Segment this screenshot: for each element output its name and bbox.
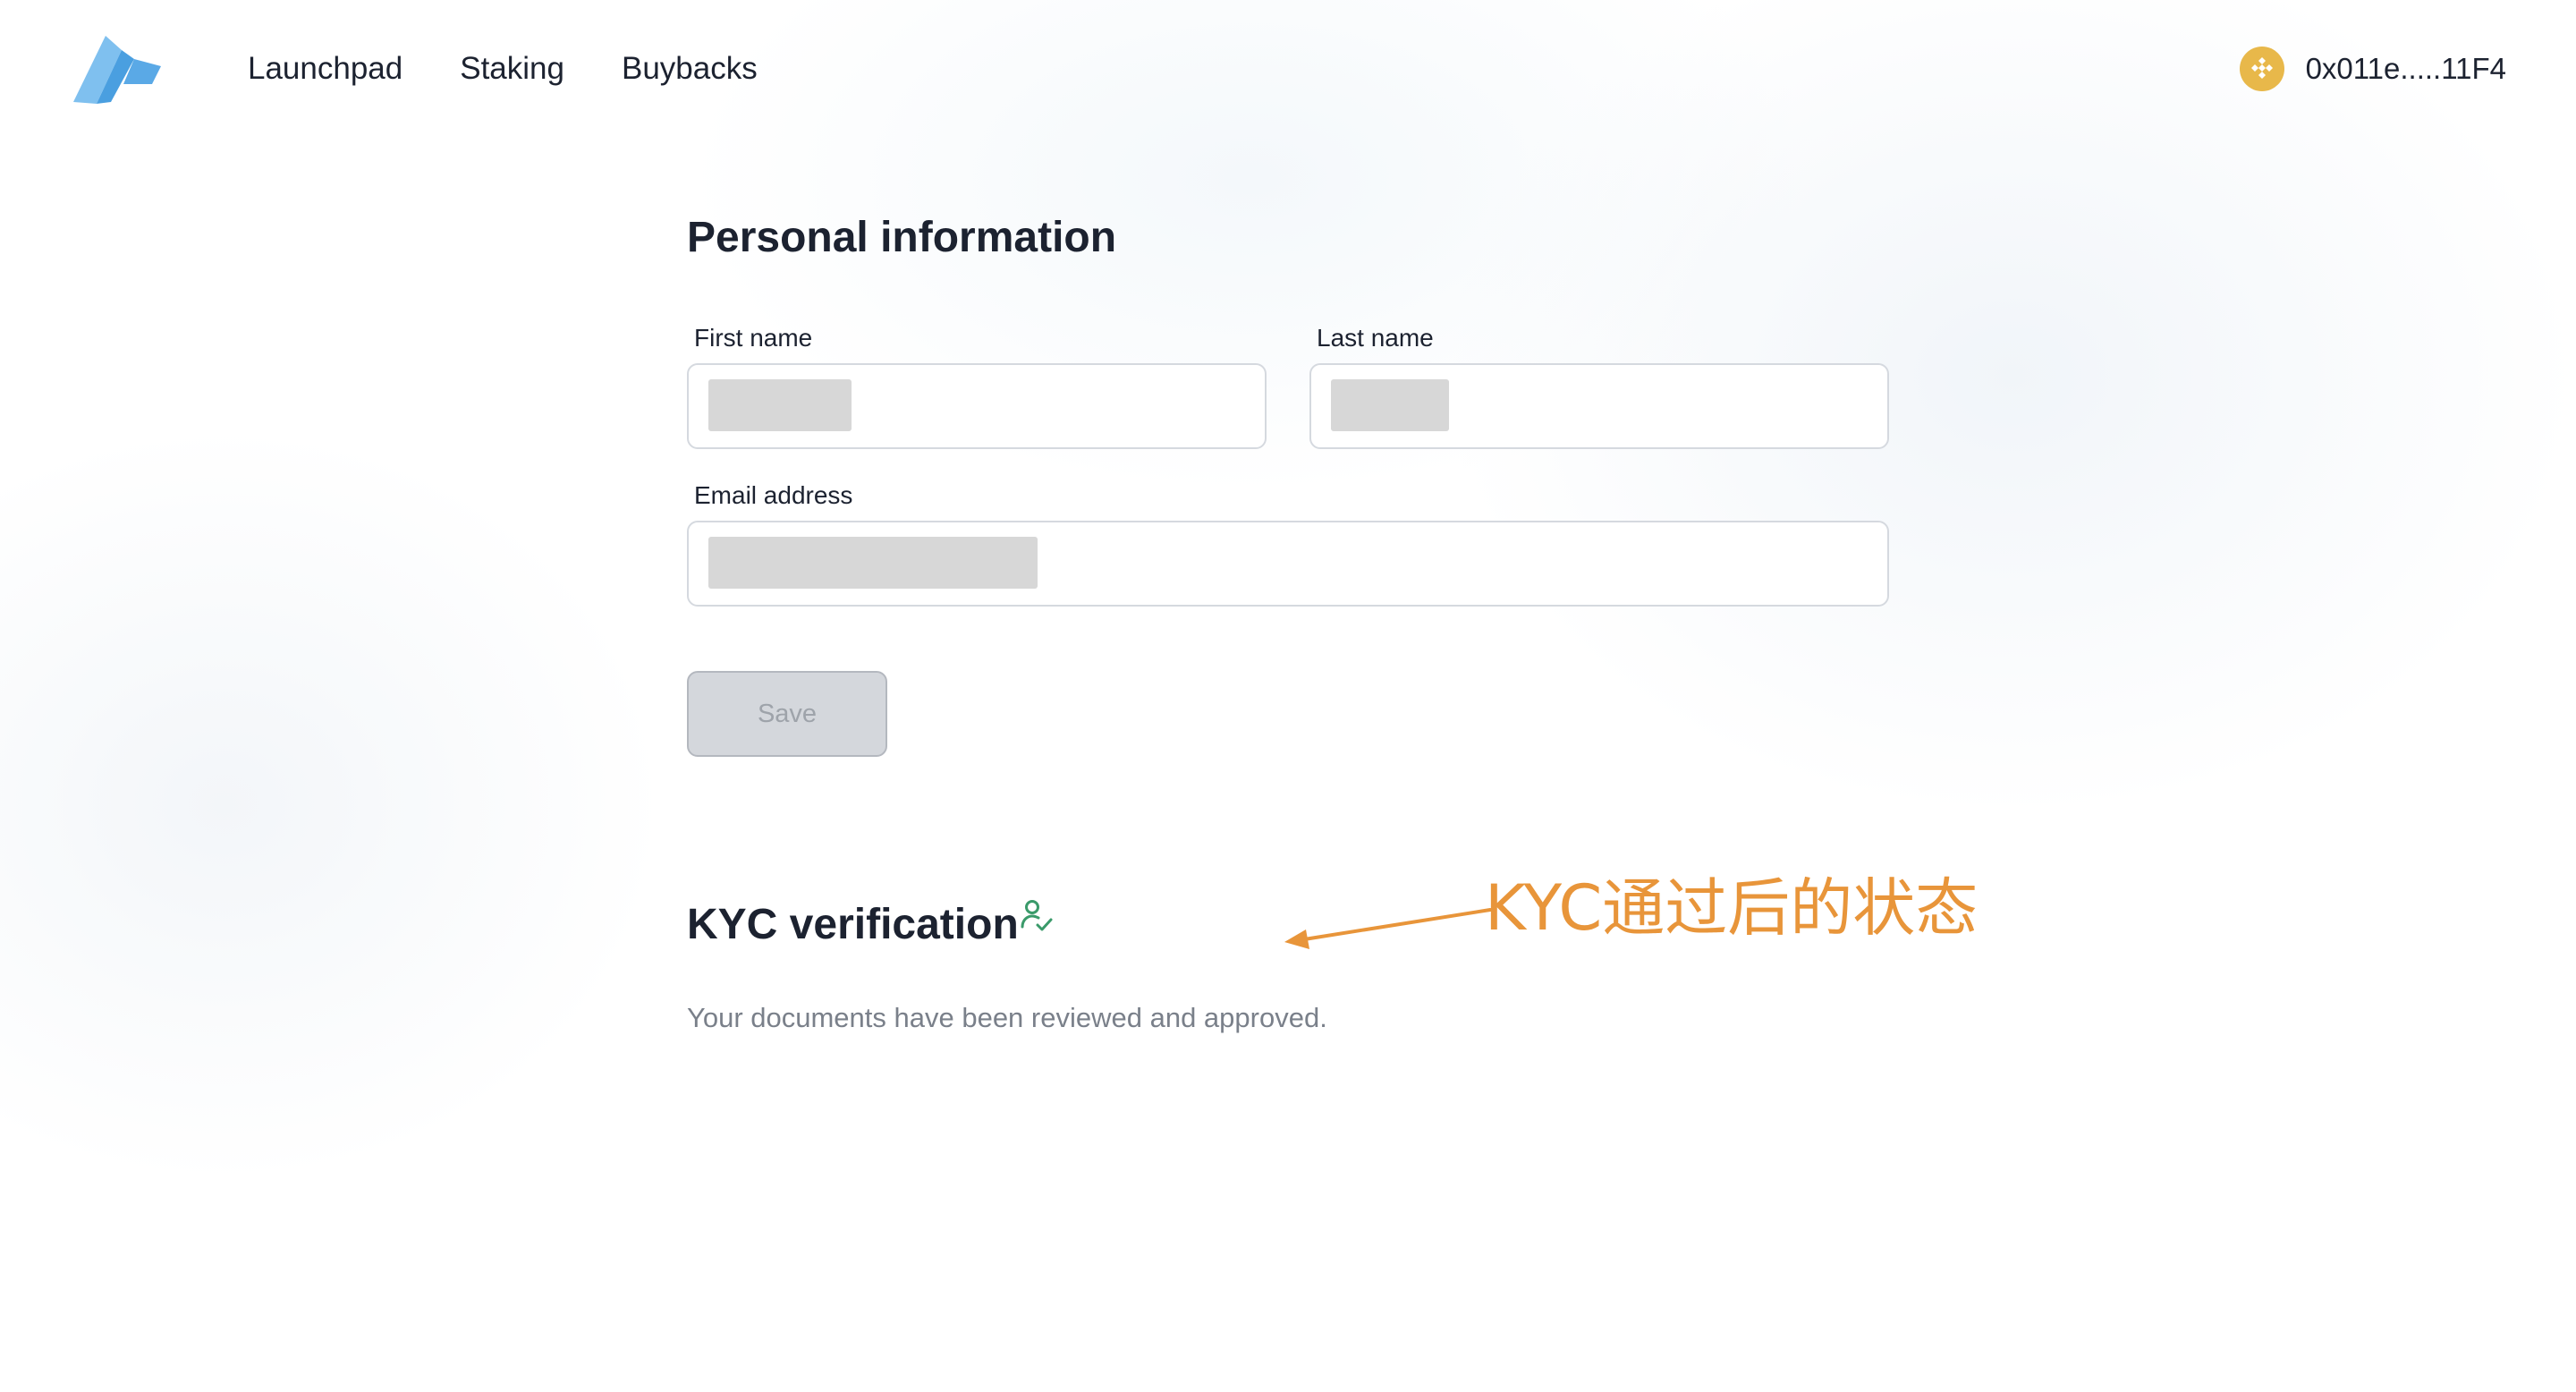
annotation-arrow-icon [1284, 908, 1492, 949]
kyc-title: KYC verification [687, 901, 1019, 948]
redacted-value [708, 379, 852, 431]
personal-info-title: Personal information [687, 214, 1117, 261]
save-button[interactable]: Save [687, 671, 887, 757]
bnb-coin-icon [2239, 47, 2284, 91]
annotation-label: KYC通过后的状态 [1485, 871, 1979, 945]
first-name-label: First name [694, 324, 813, 352]
first-name-field[interactable] [687, 363, 1267, 449]
redacted-value [708, 537, 1038, 589]
email-field[interactable] [687, 521, 1889, 607]
kyc-status-text: Your documents have been reviewed and ap… [687, 1002, 1327, 1033]
wallet-button[interactable]: 0x011e.....11F4 [2239, 46, 2506, 92]
wallet-address: 0x011e.....11F4 [2305, 52, 2506, 85]
main-nav: Launchpad Staking Buybacks [248, 46, 758, 92]
app-logo-icon[interactable] [70, 32, 165, 107]
last-name-field[interactable] [1309, 363, 1889, 449]
last-name-label: Last name [1317, 324, 1434, 352]
email-label: Email address [694, 481, 853, 509]
redacted-value [1331, 379, 1449, 431]
user-check-icon [1021, 900, 1053, 931]
nav-buybacks[interactable]: Buybacks [622, 46, 758, 92]
top-nav-bar: Launchpad Staking Buybacks 0x011e.....11… [0, 0, 2576, 136]
nav-launchpad[interactable]: Launchpad [248, 46, 402, 92]
nav-staking[interactable]: Staking [460, 46, 564, 92]
